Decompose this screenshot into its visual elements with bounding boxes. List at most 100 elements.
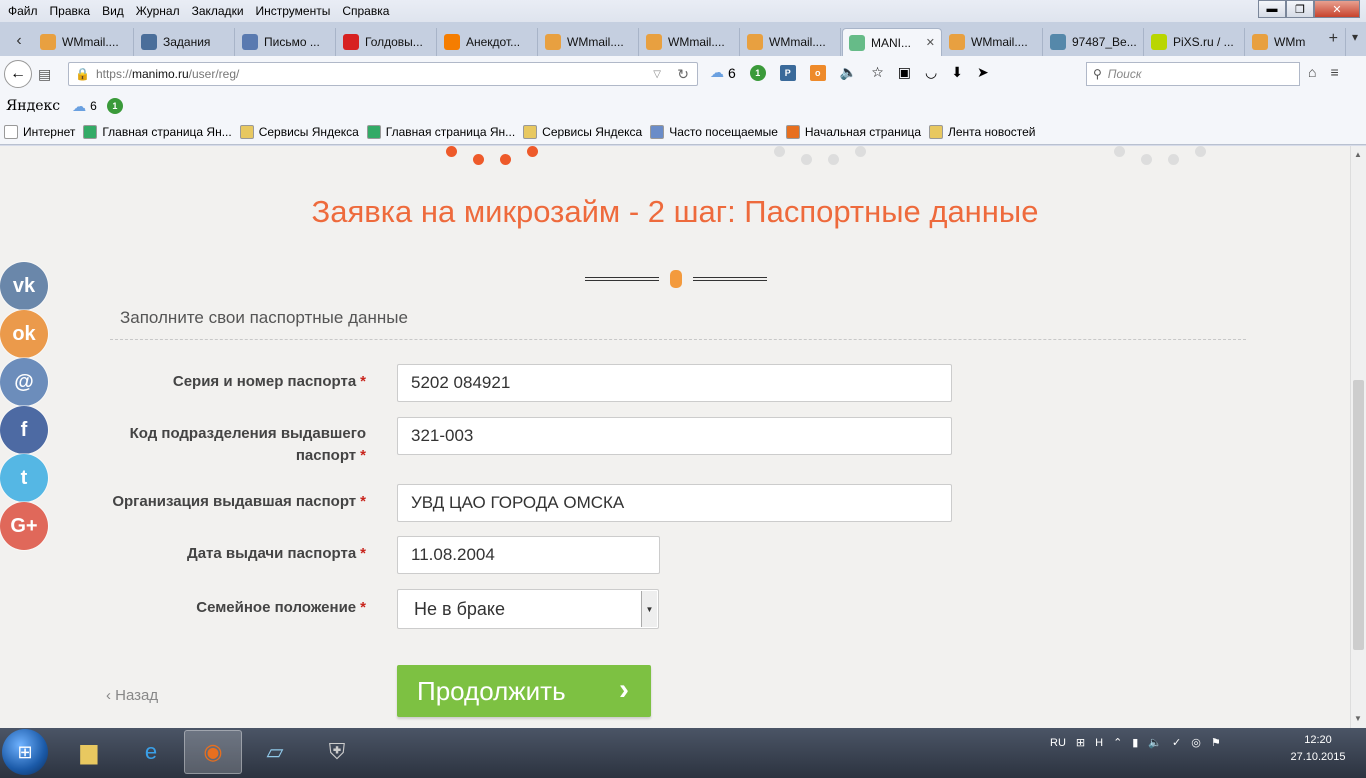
app-tray-icon[interactable]: ◎ — [1191, 736, 1201, 749]
weather-icon[interactable]: ☁ 6 — [710, 64, 736, 81]
google-plus-share-icon[interactable]: G+ — [0, 502, 48, 550]
wmmail-icon — [747, 34, 763, 50]
explorer-taskbar-icon[interactable]: ▆ — [60, 730, 118, 774]
menu-history[interactable]: Журнал — [130, 4, 186, 18]
tab-1[interactable]: Задания — [135, 28, 235, 56]
bookmark-6[interactable]: Начальная страница — [785, 125, 921, 139]
select-arrow-icon[interactable]: ▼ — [641, 591, 657, 627]
flag-tray-icon[interactable]: ⚑ — [1211, 736, 1221, 749]
scroll-down-icon[interactable]: ▼ — [1354, 714, 1362, 723]
continue-label: Продолжить — [417, 675, 566, 706]
odnoklassniki-share-icon[interactable]: ok — [0, 310, 48, 358]
parking-icon[interactable]: P — [779, 64, 796, 81]
firefox-taskbar-icon[interactable]: ◉ — [184, 730, 242, 774]
h-icon[interactable]: H — [1095, 737, 1103, 749]
wot-taskbar-icon[interactable]: ⛨ — [308, 730, 366, 774]
scrollbar-thumb[interactable] — [1353, 380, 1364, 650]
yandex-badge[interactable]: 1 — [106, 98, 123, 114]
notepad-taskbar-icon[interactable]: ▱ — [246, 730, 304, 774]
start-button[interactable]: ⊞ — [2, 729, 48, 775]
tab-7[interactable]: WMmail.... — [741, 28, 841, 56]
reload-icon[interactable]: ↻ — [677, 66, 689, 83]
continue-button[interactable]: Продолжить › — [397, 665, 651, 717]
bookmark-4[interactable]: Сервисы Яндекса — [523, 125, 642, 139]
tab-10[interactable]: 97487_Be... — [1044, 28, 1144, 56]
tab-6[interactable]: WMmail.... — [640, 28, 740, 56]
menu-help[interactable]: Справка — [336, 4, 395, 18]
bookmark-2[interactable]: Сервисы Яндекса — [239, 125, 359, 139]
pocket-icon[interactable]: ◡ — [925, 64, 937, 81]
tab-3[interactable]: Голдовы... — [337, 28, 437, 56]
antivirus-icon[interactable]: ✓ — [1172, 736, 1181, 749]
bookmark-star-icon[interactable]: ☆ — [871, 64, 884, 81]
speaker-icon[interactable]: 🔈 — [840, 64, 857, 81]
close-tab-icon[interactable]: ✕ — [926, 36, 935, 49]
bookmark-1[interactable]: Главная страница Ян... — [83, 125, 232, 139]
marital-status-select[interactable]: Не в браке ▼ — [397, 589, 659, 629]
image-icon — [1050, 34, 1066, 50]
menu-file[interactable]: Файл — [2, 4, 44, 18]
menu-bookmarks[interactable]: Закладки — [186, 4, 250, 18]
back-link[interactable]: ‹ Назад — [106, 687, 158, 704]
menu-view[interactable]: Вид — [96, 4, 130, 18]
notification-badge-icon[interactable]: 1 — [749, 64, 766, 81]
bookmark-label: Лента новостей — [948, 125, 1036, 139]
language-indicator[interactable]: RU — [1050, 737, 1066, 749]
mail-share-icon[interactable]: @ — [0, 358, 48, 406]
home-icon[interactable]: ⌂ — [1308, 64, 1316, 80]
taskbar: ⊞ ▆ e ◉ ▱ ⛨ RU ⊞ H ⌃ ▮ 🔈 ✓ ◎ ⚑ 12:20 27.… — [0, 728, 1366, 778]
owl-icon — [670, 270, 682, 288]
history-list-icon[interactable]: ▤ — [38, 66, 51, 83]
tabs-scroll-left-icon[interactable]: ‹ — [4, 26, 34, 56]
tab-2[interactable]: Письмо ... — [236, 28, 336, 56]
maximize-button[interactable]: ❐ — [1286, 0, 1314, 18]
tab-label: WMmail.... — [62, 35, 119, 49]
send-icon[interactable]: ➤ — [977, 64, 989, 81]
tab-8[interactable]: MANI... ✕ — [842, 28, 942, 56]
tab-5[interactable]: WMmail.... — [539, 28, 639, 56]
yandex-logo[interactable]: Яндекс — [6, 98, 60, 114]
tab-0[interactable]: WMmail.... — [34, 28, 134, 56]
toolbar-icons: ☁ 6 1 P o 🔈 ☆ ▣ ◡ ⬇ ➤ — [710, 64, 1003, 81]
bookmark-7[interactable]: Лента новостей — [929, 125, 1036, 139]
bookmark-3[interactable]: Главная страница Ян... — [366, 125, 515, 139]
tab-9[interactable]: WMmail.... — [943, 28, 1043, 56]
back-button[interactable]: ← — [4, 60, 32, 88]
passport-number-input[interactable]: 5202 084921 — [397, 364, 952, 402]
social-glyph: G+ — [10, 514, 38, 537]
menu-tools[interactable]: Инструменты — [250, 4, 337, 18]
url-bar[interactable]: 🔒 https://manimo.ru/user/reg/ ▽ ↻ — [68, 62, 698, 86]
hamburger-menu-icon[interactable]: ≡ — [1330, 64, 1338, 80]
twitter-share-icon[interactable]: t — [0, 454, 48, 502]
url-dropdown-icon[interactable]: ▽ — [653, 69, 661, 80]
bookmark-5[interactable]: Часто посещаемые — [650, 125, 778, 139]
globe-icon — [366, 125, 381, 139]
social-glyph: ok — [12, 322, 36, 345]
issue-date-input[interactable]: 11.08.2004 — [397, 536, 660, 574]
vk-share-icon[interactable]: vk — [0, 262, 48, 310]
ie-taskbar-icon[interactable]: e — [122, 730, 180, 774]
yandex-weather-icon[interactable]: ☁ — [72, 98, 86, 115]
chevron-up-icon[interactable]: ⌃ — [1113, 736, 1122, 749]
page-scrollbar[interactable]: ▲ ▼ — [1350, 146, 1366, 728]
close-button[interactable]: ✕ — [1314, 0, 1360, 18]
network-icon[interactable]: ▮ — [1132, 736, 1138, 749]
division-code-input[interactable]: 321-003 — [397, 417, 952, 455]
menu-edit[interactable]: Правка — [44, 4, 97, 18]
download-icon[interactable]: ⬇ — [951, 64, 963, 81]
tab-11[interactable]: PiXS.ru / ... — [1145, 28, 1245, 56]
issuing-org-input[interactable]: УВД ЦАО ГОРОДА ОМСКА — [397, 484, 952, 522]
volume-icon[interactable]: 🔈 — [1148, 736, 1162, 749]
search-input[interactable]: ⚲ Поиск — [1086, 62, 1300, 86]
tab-4[interactable]: Анекдот... — [438, 28, 538, 56]
bookmark-0[interactable]: Интернет — [4, 125, 75, 139]
new-tab-icon[interactable]: + — [1329, 30, 1338, 48]
reading-list-icon[interactable]: ▣ — [898, 64, 911, 81]
scroll-up-icon[interactable]: ▲ — [1354, 150, 1362, 159]
minimize-button[interactable]: ▬ — [1258, 0, 1286, 18]
tab-list-icon[interactable]: ▾ — [1352, 30, 1358, 44]
facebook-share-icon[interactable]: f — [0, 406, 48, 454]
windows-flag-icon[interactable]: ⊞ — [1076, 736, 1085, 749]
odnoklassniki-toolbar-icon[interactable]: o — [809, 64, 826, 81]
clock[interactable]: 12:20 27.10.2015 — [1290, 732, 1346, 766]
